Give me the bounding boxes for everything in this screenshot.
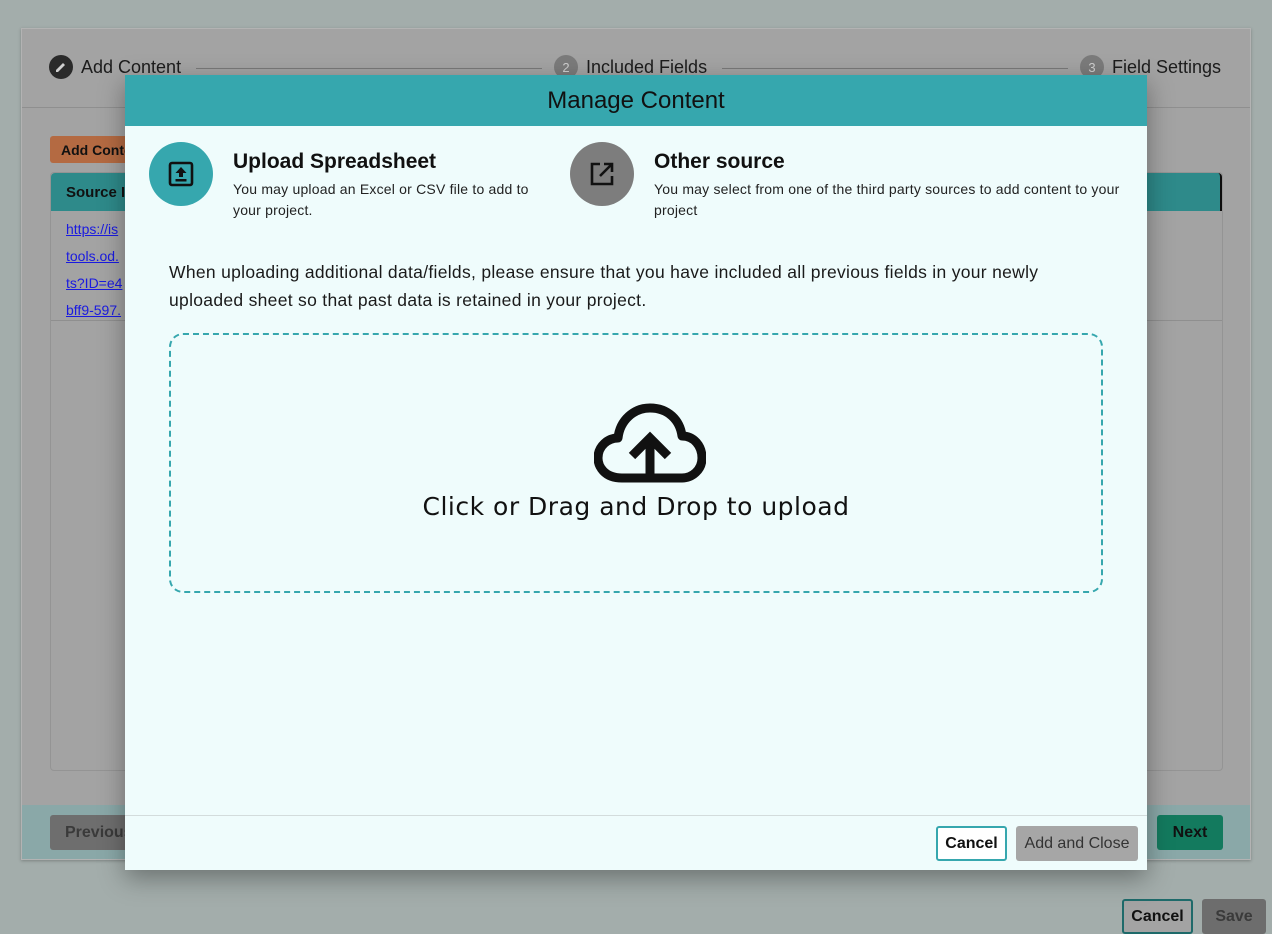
page-save-button[interactable]: Save — [1202, 899, 1266, 934]
option-title: Other source — [654, 150, 785, 173]
modal-title: Manage Content — [125, 75, 1147, 126]
pencil-icon — [49, 55, 73, 79]
modal-footer: Cancel Add and Close — [125, 815, 1147, 870]
upload-icon[interactable] — [149, 142, 213, 206]
dropzone-label: Click or Drag and Drop to upload — [422, 492, 850, 521]
other-source-option[interactable]: Other source You may select from one of … — [570, 142, 1125, 221]
upload-spreadsheet-option[interactable]: Upload Spreadsheet You may upload an Exc… — [149, 142, 549, 221]
next-button[interactable]: Next — [1157, 815, 1223, 850]
option-description: You may upload an Excel or CSV file to a… — [233, 181, 529, 218]
add-and-close-button[interactable]: Add and Close — [1016, 826, 1138, 861]
option-title: Upload Spreadsheet — [233, 150, 437, 173]
step-connector — [722, 68, 1068, 69]
upload-dropzone[interactable]: Click or Drag and Drop to upload — [169, 333, 1103, 593]
upload-notice: When uploading additional data/fields, p… — [169, 262, 1039, 310]
external-link-icon[interactable] — [570, 142, 634, 206]
option-description: You may select from one of the third par… — [654, 181, 1120, 218]
modal-cancel-button[interactable]: Cancel — [936, 826, 1007, 861]
step-connector — [196, 68, 542, 69]
manage-content-modal: Manage Content Upload Spreadsheet You ma… — [125, 75, 1147, 870]
cloud-upload-icon — [594, 403, 706, 483]
page-cancel-button[interactable]: Cancel — [1122, 899, 1193, 934]
